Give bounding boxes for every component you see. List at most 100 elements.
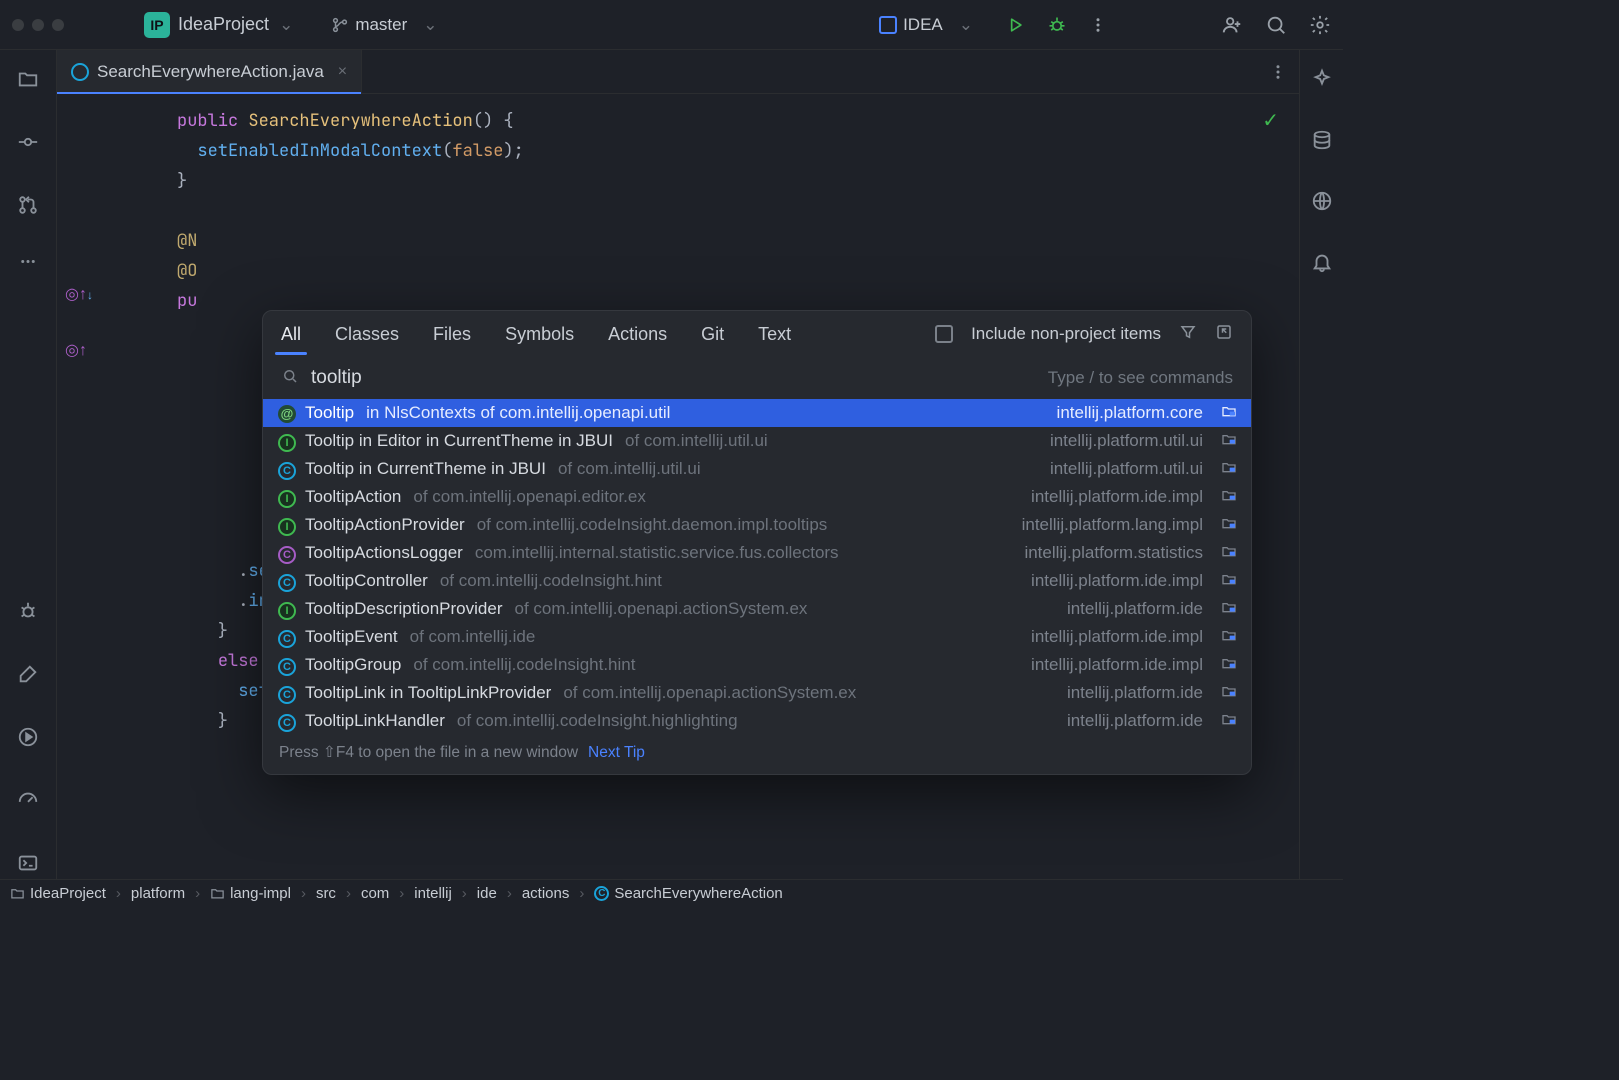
breadcrumb-item[interactable]: IdeaProject	[10, 885, 106, 902]
se-tab-files[interactable]: Files	[433, 315, 471, 354]
search-icon[interactable]	[1265, 14, 1287, 36]
se-result-item[interactable]: C TooltipActionsLogger com.intellij.inte…	[263, 539, 1251, 567]
se-result-item[interactable]: C TooltipGroup of com.intellij.codeInsig…	[263, 651, 1251, 679]
search-everywhere-popup: All Classes Files Symbols Actions Git Te…	[262, 310, 1252, 775]
project-badge[interactable]: IP	[144, 12, 170, 38]
se-search-input[interactable]	[311, 367, 1036, 389]
editor-tab[interactable]: SearchEverywhereAction.java ×	[57, 50, 362, 93]
result-package: of com.intellij.openapi.actionSystem.ex	[563, 683, 856, 703]
project-name[interactable]: IdeaProject	[178, 14, 269, 35]
run-icon[interactable]	[1005, 15, 1025, 35]
result-name: TooltipEvent	[305, 627, 398, 647]
se-tab-actions[interactable]: Actions	[608, 315, 667, 354]
se-result-item[interactable]: I TooltipActionProvider of com.intellij.…	[263, 511, 1251, 539]
se-result-item[interactable]: I Tooltip in Editor in CurrentTheme in J…	[263, 427, 1251, 455]
override-gutter-icon[interactable]: ◎↑↓	[65, 284, 93, 304]
breadcrumb-item[interactable]: CSearchEverywhereAction	[594, 885, 782, 902]
more-icon[interactable]	[1269, 63, 1287, 81]
run-config-selector[interactable]: IDEA ⌄	[879, 15, 983, 35]
zoom-window-icon[interactable]	[52, 19, 64, 31]
run-config-icon	[879, 16, 897, 34]
result-package: in NlsContexts of com.intellij.openapi.u…	[366, 403, 670, 423]
open-icon	[1221, 683, 1237, 704]
close-icon[interactable]: ×	[338, 63, 347, 81]
pull-requests-icon[interactable]	[17, 194, 39, 221]
code-editor[interactable]: ✓ ◎↑↓ ◎↑ public SearchEverywhereAction()…	[57, 94, 1299, 879]
chevron-down-icon: ⌄	[959, 15, 973, 35]
window-controls[interactable]	[12, 19, 64, 31]
open-in-window-icon[interactable]	[1215, 323, 1233, 346]
vcs-branch[interactable]: master ⌄	[331, 15, 447, 35]
type-icon: I	[277, 487, 297, 508]
result-location: intellij.platform.statistics	[1024, 543, 1203, 563]
breadcrumb-item[interactable]: lang-impl	[210, 885, 291, 902]
terminal-tool-icon[interactable]	[17, 852, 39, 879]
include-nonproject-label[interactable]: Include non-project items	[971, 324, 1161, 344]
gear-icon[interactable]	[1309, 14, 1331, 36]
result-name: TooltipController	[305, 571, 428, 591]
run-tool-icon[interactable]	[17, 726, 39, 753]
structure-tool-icon[interactable]	[17, 257, 39, 280]
open-icon	[1221, 431, 1237, 452]
profiler-tool-icon[interactable]	[17, 789, 39, 816]
commit-tool-icon[interactable]	[17, 131, 39, 158]
se-result-item[interactable]: @ Tooltip in NlsContexts of com.intellij…	[263, 399, 1251, 427]
type-icon: C	[277, 571, 297, 592]
breadcrumb-item[interactable]: ide	[477, 885, 497, 902]
breadcrumb-item[interactable]: actions	[522, 885, 570, 902]
search-icon	[281, 367, 299, 390]
include-nonproject-checkbox[interactable]	[935, 325, 953, 343]
ai-assistant-icon[interactable]	[1311, 68, 1333, 95]
result-name: TooltipActionProvider	[305, 515, 465, 535]
notifications-icon[interactable]	[1311, 251, 1333, 278]
se-result-item[interactable]: C TooltipLink in TooltipLinkProvider of …	[263, 679, 1251, 707]
breadcrumb-item[interactable]: intellij	[414, 885, 452, 902]
se-tab-classes[interactable]: Classes	[335, 315, 399, 354]
se-result-item[interactable]: I TooltipDescriptionProvider of com.inte…	[263, 595, 1251, 623]
result-location: intellij.platform.ide.impl	[1031, 627, 1203, 647]
debug-icon[interactable]	[1047, 15, 1067, 35]
se-result-item[interactable]: I TooltipAction of com.intellij.openapi.…	[263, 483, 1251, 511]
database-tool-icon[interactable]	[1311, 129, 1333, 156]
breadcrumb-item[interactable]: src	[316, 885, 336, 902]
result-name: Tooltip	[305, 403, 354, 423]
result-location: intellij.platform.ide	[1067, 683, 1203, 703]
result-package: of com.intellij.codeInsight.highlighting	[457, 711, 738, 731]
result-name: Tooltip in CurrentTheme in JBUI	[305, 459, 546, 479]
open-icon	[1221, 627, 1237, 648]
code-with-me-icon[interactable]	[1221, 14, 1243, 36]
chevron-down-icon[interactable]: ⌄	[279, 15, 293, 35]
se-hint: Type / to see commands	[1048, 368, 1233, 388]
build-tool-icon[interactable]	[17, 663, 39, 690]
more-icon[interactable]	[1089, 16, 1107, 34]
breadcrumb-item[interactable]: platform	[131, 885, 185, 902]
se-tabs: All Classes Files Symbols Actions Git Te…	[263, 311, 1251, 357]
result-package: of com.intellij.codeInsight.hint	[413, 655, 635, 675]
filter-icon[interactable]	[1179, 323, 1197, 346]
type-icon: C	[277, 711, 297, 732]
breadcrumb-item[interactable]: com	[361, 885, 389, 902]
se-result-item[interactable]: C Tooltip in CurrentTheme in JBUI of com…	[263, 455, 1251, 483]
result-package: of com.intellij.util.ui	[558, 459, 701, 479]
se-next-tip-link[interactable]: Next Tip	[588, 744, 645, 762]
result-name: Tooltip in Editor in CurrentTheme in JBU…	[305, 431, 613, 451]
override-gutter-icon[interactable]: ◎↑	[65, 340, 93, 360]
se-result-item[interactable]: C TooltipController of com.intellij.code…	[263, 567, 1251, 595]
project-tool-icon[interactable]	[17, 68, 39, 95]
web-tool-icon[interactable]	[1311, 190, 1333, 217]
minimize-window-icon[interactable]	[32, 19, 44, 31]
se-tab-all[interactable]: All	[281, 315, 301, 354]
se-result-item[interactable]: C TooltipLinkHandler of com.intellij.cod…	[263, 707, 1251, 735]
close-window-icon[interactable]	[12, 19, 24, 31]
type-icon: C	[277, 683, 297, 704]
se-tab-symbols[interactable]: Symbols	[505, 315, 574, 354]
result-name: TooltipActionsLogger	[305, 543, 463, 563]
debug-tool-icon[interactable]	[17, 600, 39, 627]
result-location: intellij.platform.core	[1057, 403, 1203, 423]
open-icon	[1221, 487, 1237, 508]
result-name: TooltipLink in TooltipLinkProvider	[305, 683, 551, 703]
se-tab-text[interactable]: Text	[758, 315, 791, 354]
se-result-item[interactable]: C TooltipEvent of com.intellij.ide intel…	[263, 623, 1251, 651]
result-name: TooltipLinkHandler	[305, 711, 445, 731]
se-tab-git[interactable]: Git	[701, 315, 724, 354]
